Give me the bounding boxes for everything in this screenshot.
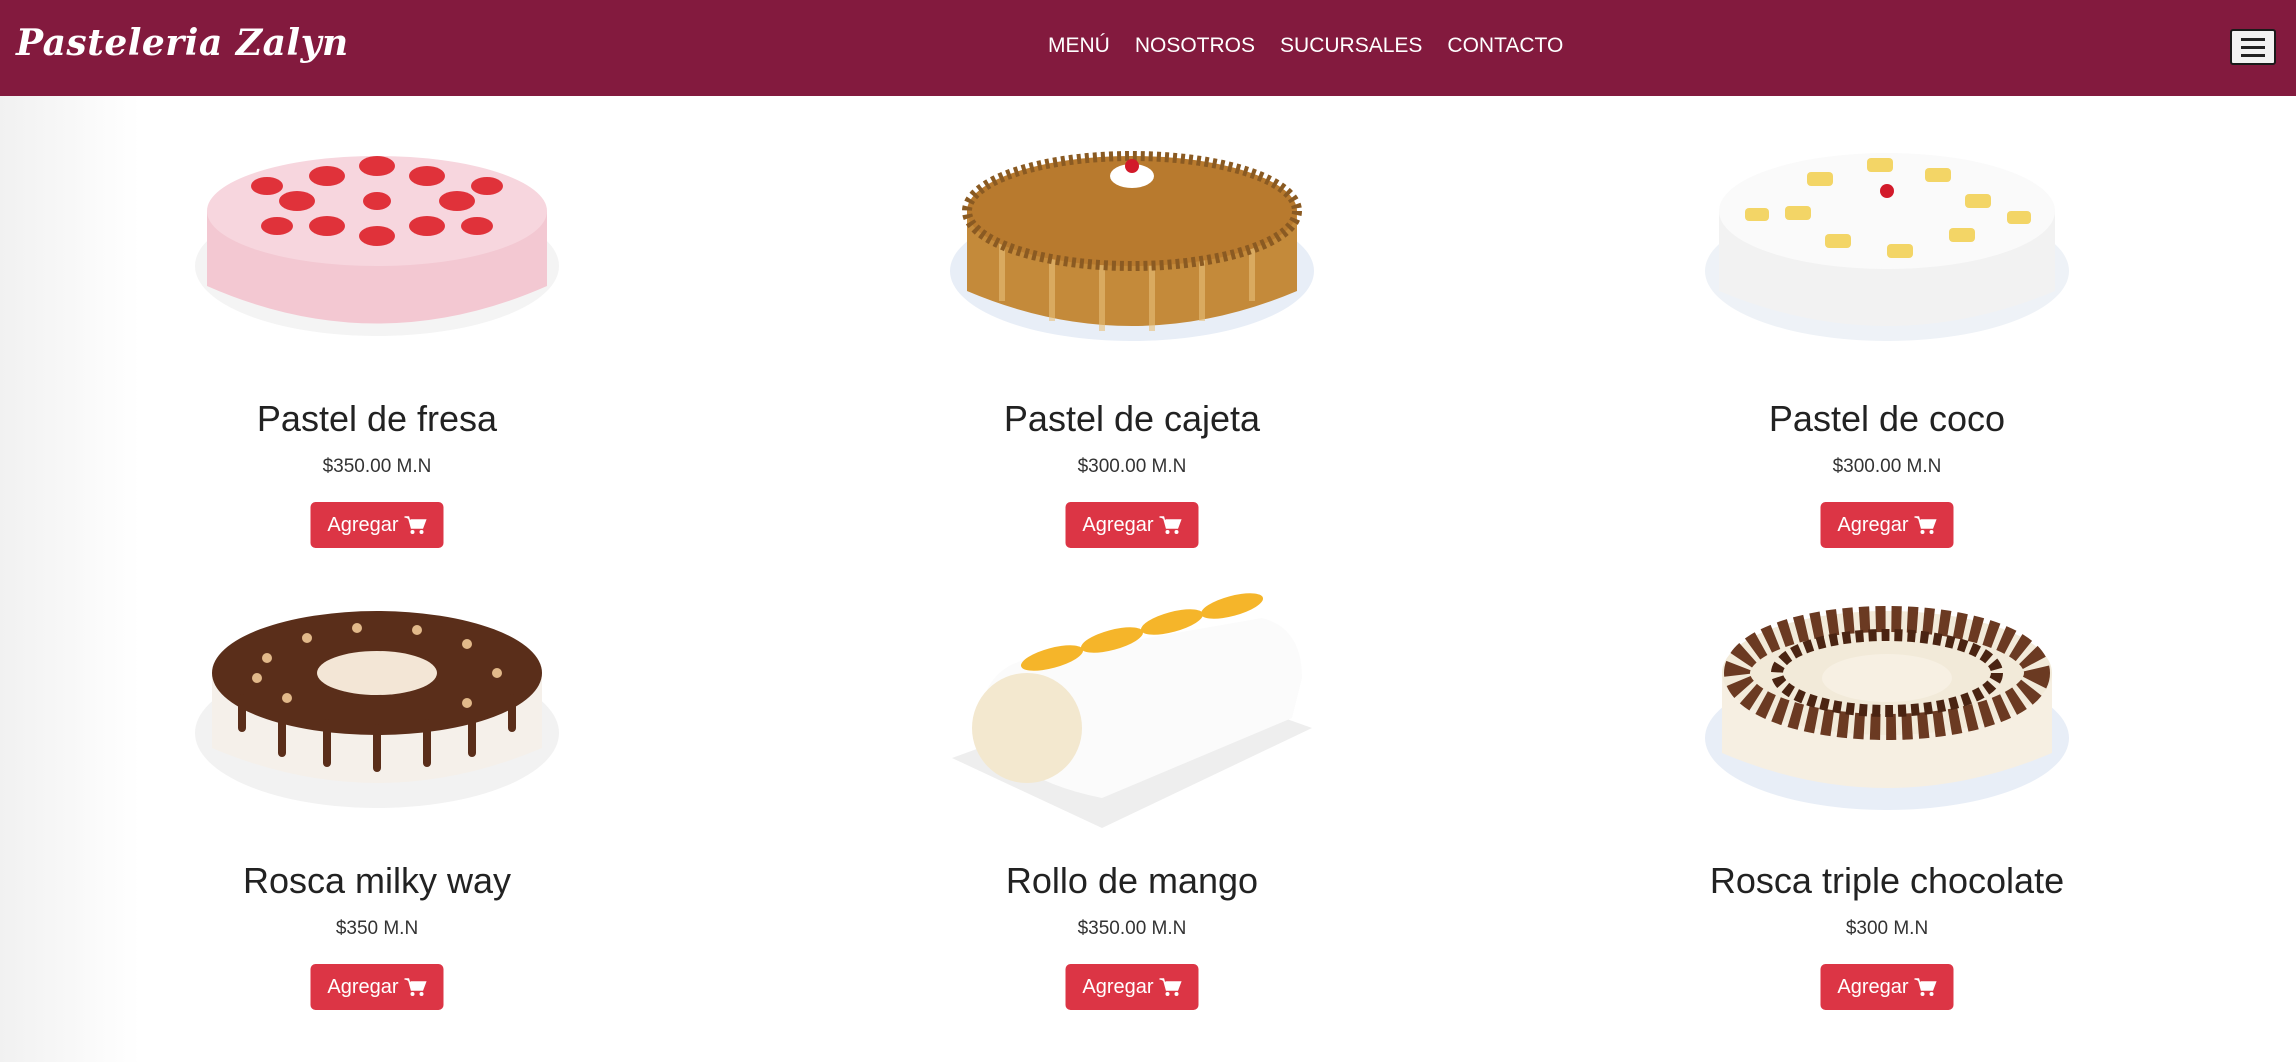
navbar: Pasteleria Zalyn MENÚ NOSOTROS SUCURSALE… xyxy=(0,0,2296,96)
cart-icon xyxy=(1914,516,1937,534)
nav-link-nosotros[interactable]: NOSOTROS xyxy=(1135,34,1255,58)
add-to-cart-button[interactable]: Agregar xyxy=(1820,964,1954,1010)
product-price: $300.00 M.N xyxy=(1077,456,1187,477)
product-title: Pastel de fresa xyxy=(256,398,498,439)
product-card: Rollo de mango $350.00 M.N Agregar xyxy=(882,558,1382,1010)
add-to-cart-button[interactable]: Agregar xyxy=(1065,964,1199,1010)
hamburger-icon-line xyxy=(2241,54,2265,57)
product-card: Pastel de coco $300.00 M.N Agregar xyxy=(1637,96,2137,548)
add-to-cart-button[interactable]: Agregar xyxy=(1065,502,1199,548)
cake-image-pastel-de-cajeta xyxy=(950,151,1314,341)
product-title: Pastel de coco xyxy=(1768,398,2006,439)
nav-link-menu[interactable]: MENÚ xyxy=(1048,34,1110,58)
cake-image-pastel-de-fresa xyxy=(195,156,559,336)
add-button-label: Agregar xyxy=(1082,975,1154,998)
nav-links: MENÚ NOSOTROS SUCURSALES CONTACTO xyxy=(1048,26,1563,66)
cake-image-rosca-milky-way xyxy=(195,611,559,808)
product-grid: Pastel de fresa $350.00 M.N Agregar Past… xyxy=(0,96,2296,1062)
cart-icon xyxy=(404,516,427,534)
cart-icon xyxy=(404,978,427,996)
product-card: Pastel de fresa $350.00 M.N Agregar xyxy=(127,96,627,548)
nav-link-sucursales[interactable]: SUCURSALES xyxy=(1280,34,1422,58)
product-price: $300.00 M.N xyxy=(1832,456,1942,477)
cake-image-rollo-de-mango xyxy=(952,593,1312,828)
cart-icon xyxy=(1159,978,1182,996)
nav-link-contacto[interactable]: CONTACTO xyxy=(1447,34,1563,58)
cart-icon xyxy=(1159,516,1182,534)
product-title: Rosca milky way xyxy=(242,860,512,901)
product-price: $350.00 M.N xyxy=(1077,918,1187,939)
cake-image-pastel-de-coco xyxy=(1705,153,2069,341)
product-card: Pastel de cajeta $300.00 M.N Agregar xyxy=(882,96,1382,548)
add-button-label: Agregar xyxy=(1082,513,1154,536)
add-to-cart-button[interactable]: Agregar xyxy=(310,502,444,548)
hamburger-icon-line xyxy=(2241,38,2265,41)
add-button-label: Agregar xyxy=(327,975,399,998)
hamburger-icon-line xyxy=(2241,46,2265,49)
product-price: $350 M.N xyxy=(335,918,419,939)
cart-icon xyxy=(1914,978,1937,996)
cake-image-rosca-triple-chocolate xyxy=(1705,606,2069,810)
product-title: Rosca triple chocolate xyxy=(1709,860,2065,901)
add-to-cart-button[interactable]: Agregar xyxy=(1820,502,1954,548)
product-price: $300 M.N xyxy=(1845,918,1929,939)
brand-logo[interactable]: Pasteleria Zalyn xyxy=(16,22,349,64)
product-price: $350.00 M.N xyxy=(322,456,432,477)
add-button-label: Agregar xyxy=(327,513,399,536)
product-title: Pastel de cajeta xyxy=(1003,398,1261,439)
product-card: Rosca triple chocolate $300 M.N Agregar xyxy=(1637,558,2137,1010)
product-card: Rosca milky way $350 M.N Agregar xyxy=(127,558,627,1010)
product-title: Rollo de mango xyxy=(1005,860,1259,901)
navbar-toggler-button[interactable] xyxy=(2230,29,2276,65)
add-to-cart-button[interactable]: Agregar xyxy=(310,964,444,1010)
add-button-label: Agregar xyxy=(1837,975,1909,998)
add-button-label: Agregar xyxy=(1837,513,1909,536)
